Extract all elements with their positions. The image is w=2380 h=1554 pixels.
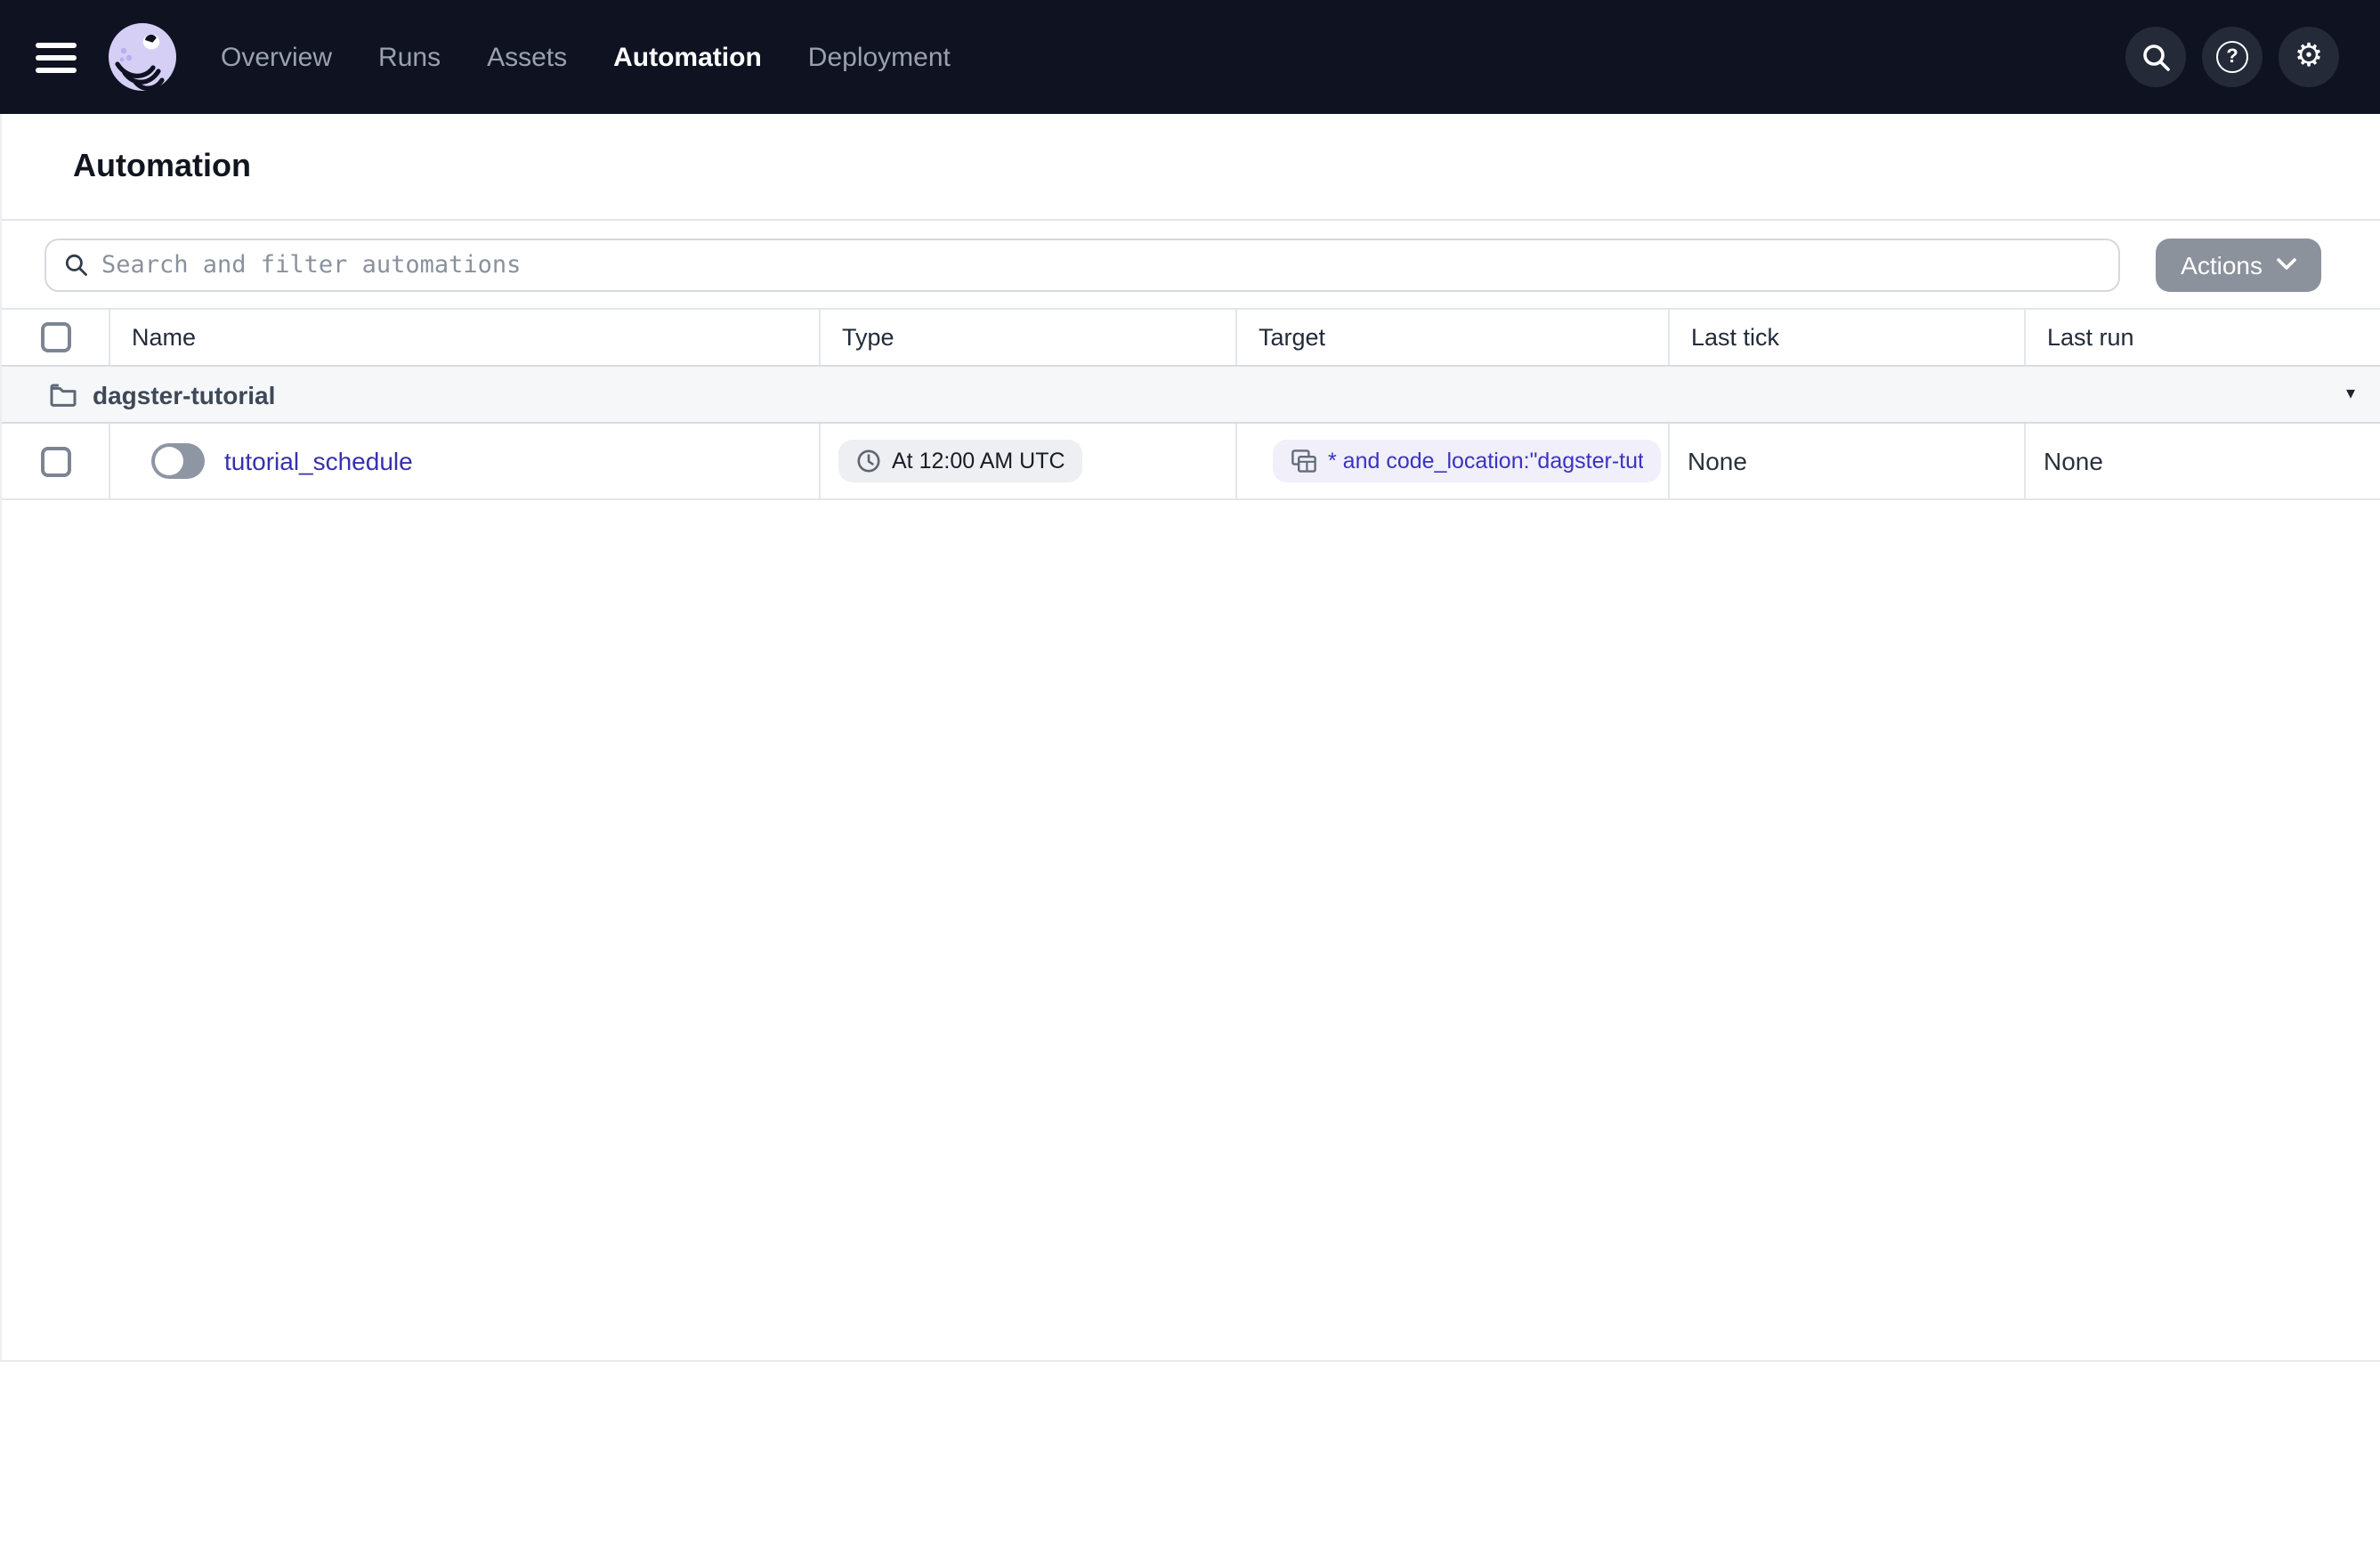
caret-down-icon[interactable]: ▾ xyxy=(2346,384,2355,404)
type-cell: At 12:00 AM UTC xyxy=(819,424,1235,498)
automation-name-link[interactable]: tutorial_schedule xyxy=(224,447,413,475)
automation-table: Name Type Target Last tick Last run dags… xyxy=(2,308,2380,500)
main-content: Automation Actions xyxy=(0,114,2380,1362)
chevron-down-icon xyxy=(2277,258,2296,270)
schedule-type-badge[interactable]: At 12:00 AM UTC xyxy=(838,440,1083,482)
page-title: Automation xyxy=(73,148,251,183)
search-box xyxy=(45,238,2121,291)
dagster-logo-icon[interactable] xyxy=(107,21,178,93)
top-nav: Overview Runs Assets Automation Deployme… xyxy=(0,0,2380,114)
row-checkbox[interactable] xyxy=(40,446,70,476)
table-header-row: Name Type Target Last tick Last run xyxy=(2,308,2380,367)
help-icon[interactable]: ? xyxy=(2202,27,2263,87)
nav-item-overview[interactable]: Overview xyxy=(221,42,332,72)
row-checkbox-cell xyxy=(2,424,109,498)
nav-item-runs[interactable]: Runs xyxy=(378,42,441,72)
column-header-last-run: Last run xyxy=(2024,310,2380,365)
nav-item-automation[interactable]: Automation xyxy=(613,42,762,72)
app-window: Overview Runs Assets Automation Deployme… xyxy=(0,0,2380,1554)
nav-right-icons: ? ⚙ xyxy=(2125,27,2339,87)
column-header-type: Type xyxy=(819,310,1235,365)
name-cell: tutorial_schedule xyxy=(109,424,819,498)
group-name: dagster-tutorial xyxy=(93,380,276,409)
search-icon[interactable] xyxy=(2125,27,2186,87)
page-header: Automation xyxy=(2,114,2380,219)
toolbar: Actions xyxy=(2,221,2380,308)
last-run-cell: None xyxy=(2024,424,2380,498)
asset-tables-icon xyxy=(1291,449,1316,473)
select-all-checkbox[interactable] xyxy=(40,322,70,352)
folder-icon xyxy=(50,383,77,406)
column-header-name: Name xyxy=(109,310,819,365)
last-tick-cell: None xyxy=(1668,424,2024,498)
nav-item-deployment[interactable]: Deployment xyxy=(808,42,951,72)
search-input-icon xyxy=(65,253,87,275)
settings-icon[interactable]: ⚙ xyxy=(2279,27,2339,87)
nav-item-assets[interactable]: Assets xyxy=(487,42,567,72)
nav-links: Overview Runs Assets Automation Deployme… xyxy=(221,42,951,72)
column-header-last-tick: Last tick xyxy=(1668,310,2024,365)
target-cell: * and code_location:"dagster-tut xyxy=(1235,424,1668,498)
clock-icon xyxy=(857,449,880,473)
search-input[interactable] xyxy=(101,250,2101,279)
header-checkbox-cell xyxy=(2,310,109,365)
actions-button[interactable]: Actions xyxy=(2156,238,2321,291)
schedule-toggle[interactable] xyxy=(151,443,205,479)
menu-icon[interactable] xyxy=(36,42,78,72)
column-header-target: Target xyxy=(1235,310,1668,365)
target-selection-badge[interactable]: * and code_location:"dagster-tut xyxy=(1273,440,1662,482)
group-row-dagster-tutorial[interactable]: dagster-tutorial ▾ xyxy=(2,367,2380,424)
table-row: tutorial_schedule At 12:00 AM UTC * and … xyxy=(2,424,2380,500)
